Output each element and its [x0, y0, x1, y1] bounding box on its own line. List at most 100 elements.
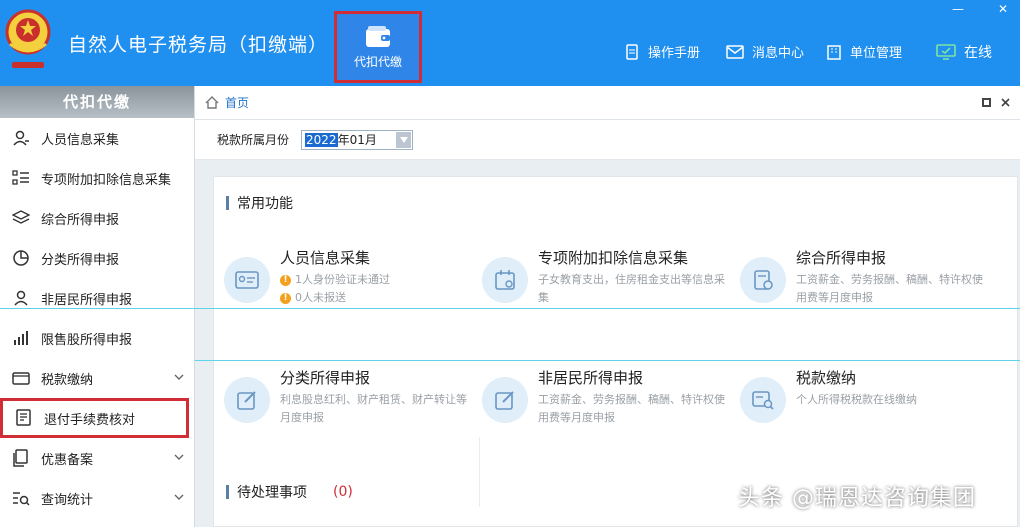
- tax-month-select[interactable]: 2022 年01月: [301, 129, 414, 150]
- sidebar-item-refund-fee-check[interactable]: 退付手续费核对: [0, 398, 189, 438]
- common-functions-title: 常用功能: [237, 196, 293, 212]
- guide-line: [0, 308, 1020, 309]
- document-icon: [626, 43, 638, 60]
- tax-month-label: 税款所属月份: [217, 133, 290, 147]
- manual-label: 操作手册: [648, 46, 701, 61]
- sidebar-item-query-stats[interactable]: 查询统计: [0, 478, 194, 518]
- sidebar-item-label: 限售股所得申报: [41, 332, 133, 348]
- card-title: 综合所得申报: [796, 249, 887, 267]
- common-functions-heading: 常用功能: [226, 193, 293, 213]
- person-outline-icon: [14, 290, 28, 306]
- sidebar-item-label: 查询统计: [41, 492, 94, 508]
- wallet-outline-icon: [12, 372, 30, 385]
- sidebar-item-label: 税款缴纳: [41, 372, 94, 388]
- card-title: 税款缴纳: [796, 369, 857, 387]
- sidebar-item-label: 人员信息采集: [41, 132, 120, 148]
- warning-text: 1人身份验证未通过: [295, 273, 390, 286]
- unit-manage-link[interactable]: 单位管理: [826, 42, 902, 61]
- sidebar-item-label: 专项附加扣除信息采集: [41, 172, 172, 188]
- building-icon: [827, 44, 841, 60]
- bar-chart-icon: [14, 331, 28, 345]
- card-nonresident-income[interactable]: 非居民所得申报 工资薪金、劳务报酬、稿酬、特许权使用费等月度申报: [482, 369, 732, 431]
- search-list-icon: [13, 492, 30, 506]
- edit-icon: [482, 377, 528, 423]
- payment-search-icon: [740, 377, 786, 423]
- online-label: 在线: [964, 45, 992, 61]
- warning-line: ! 1人身份验证未通过: [280, 271, 470, 289]
- card-title: 非居民所得申报: [538, 369, 644, 387]
- warning-icon: !: [280, 292, 291, 304]
- sidebar-item-label: 优惠备案: [41, 452, 94, 468]
- sidebar-item-comprehensive-income[interactable]: 综合所得申报: [0, 198, 194, 238]
- person-icon: [13, 130, 29, 146]
- tax-month-year: 2022: [305, 132, 338, 147]
- breadcrumb-home[interactable]: 首页: [225, 94, 249, 111]
- message-center-link[interactable]: 消息中心: [726, 42, 804, 61]
- minimize-button[interactable]: —: [952, 2, 964, 16]
- card-title: 人员信息采集: [280, 249, 371, 267]
- pending-title: 待处理事项: [237, 485, 307, 501]
- close-button[interactable]: ✕: [998, 2, 1008, 16]
- copy-icon: [13, 449, 28, 467]
- card-comprehensive-income[interactable]: 综合所得申报 工资薪金、劳务报酬、稿酬、特许权使用费等月度申报: [740, 249, 990, 311]
- layers-icon: [12, 210, 30, 224]
- online-status[interactable]: 在线: [936, 42, 992, 62]
- card-tax-payment[interactable]: 税款缴纳 个人所得税税款在线缴纳: [740, 369, 990, 431]
- tax-emblem-logo: [5, 9, 51, 68]
- receipt-icon: [16, 409, 31, 426]
- sidebar-item-classified-income[interactable]: 分类所得申报: [0, 238, 194, 278]
- pending-count: (0): [333, 484, 353, 500]
- close-tab-icon[interactable]: [1001, 98, 1010, 107]
- sidebar-item-personnel-info[interactable]: 人员信息采集: [0, 118, 194, 158]
- sidebar-item-nonresident-income[interactable]: 非居民所得申报: [0, 278, 194, 318]
- manual-link[interactable]: 操作手册: [624, 42, 700, 61]
- message-center-label: 消息中心: [752, 46, 805, 61]
- function-panel: 常用功能 人员信息采集 ! 1人身份验证未通过 ! 0人未报送 专项附加扣除信息采集…: [213, 176, 1018, 527]
- app-header: 自然人电子税务局（扣缴端） 代扣代缴 — ✕ 操作手册 消息中心 单位管理 在线: [0, 0, 1020, 86]
- card-personnel-info[interactable]: 人员信息采集 ! 1人身份验证未通过 ! 0人未报送: [224, 249, 474, 311]
- module-button-label: 代扣代缴: [353, 55, 402, 69]
- card-title: 分类所得申报: [280, 369, 371, 387]
- main-content: 首页 税款所属月份 2022 年01月 常用功能 人员信息采集 ! 1人身份验证未…: [195, 86, 1020, 527]
- sidebar-title: 代扣代缴: [0, 86, 194, 118]
- pending-heading: 待处理事项 (0): [226, 482, 353, 502]
- sidebar-item-restricted-stock[interactable]: 限售股所得申报: [0, 318, 194, 358]
- calendar-icon: [482, 257, 528, 303]
- card-desc: 子女教育支出，住房租金支出等信息采集: [538, 273, 725, 304]
- sidebar-item-special-deduction[interactable]: 专项附加扣除信息采集: [0, 158, 194, 198]
- wallet-icon: [366, 26, 390, 47]
- dropdown-arrow-icon[interactable]: [396, 131, 412, 148]
- sidebar-item-label: 退付手续费核对: [44, 412, 136, 428]
- warning-icon: !: [280, 274, 291, 286]
- list-icon: [12, 170, 29, 185]
- filter-bar: 税款所属月份 2022 年01月: [195, 120, 1020, 160]
- card-desc: 利息股息红利、财产租赁、财产转让等月度申报: [280, 393, 467, 424]
- card-classified-income[interactable]: 分类所得申报 利息股息红利、财产租赁、财产转让等月度申报: [224, 369, 474, 431]
- withholding-module-button[interactable]: 代扣代缴: [334, 11, 422, 83]
- home-icon: [205, 96, 219, 109]
- sidebar-item-preferential-filing[interactable]: 优惠备案: [0, 438, 194, 478]
- card-divider: [479, 437, 480, 507]
- monitor-icon: [936, 44, 956, 60]
- unit-manage-label: 单位管理: [850, 46, 903, 61]
- chevron-down-icon: [174, 494, 184, 500]
- card-desc: 工资薪金、劳务报酬、稿酬、特许权使用费等月度申报: [796, 273, 983, 304]
- card-special-deduction[interactable]: 专项附加扣除信息采集 子女教育支出，住房租金支出等信息采集: [482, 249, 732, 311]
- breadcrumb: 首页: [195, 86, 1020, 120]
- tax-month-rest: 年01月: [337, 133, 377, 147]
- form-gear-icon: [740, 257, 786, 303]
- sidebar-item-label: 综合所得申报: [41, 212, 120, 228]
- sidebar-item-label: 非居民所得申报: [41, 292, 133, 308]
- guide-line: [195, 360, 1020, 361]
- mail-icon: [726, 44, 744, 59]
- pie-chart-icon: [13, 250, 29, 266]
- restore-icon[interactable]: [982, 98, 991, 107]
- card-warnings: ! 1人身份验证未通过 ! 0人未报送: [280, 271, 470, 307]
- card-desc: 工资薪金、劳务报酬、稿酬、特许权使用费等月度申报: [538, 393, 725, 424]
- card-title: 专项附加扣除信息采集: [538, 249, 689, 267]
- sidebar-item-tax-payment[interactable]: 税款缴纳: [0, 358, 194, 398]
- chevron-down-icon: [174, 454, 184, 460]
- sidebar: 代扣代缴 人员信息采集 专项附加扣除信息采集 综合所得申报 分类所得申报 非居民…: [0, 86, 195, 527]
- section-marker: [226, 196, 229, 210]
- sidebar-item-label: 分类所得申报: [41, 252, 120, 268]
